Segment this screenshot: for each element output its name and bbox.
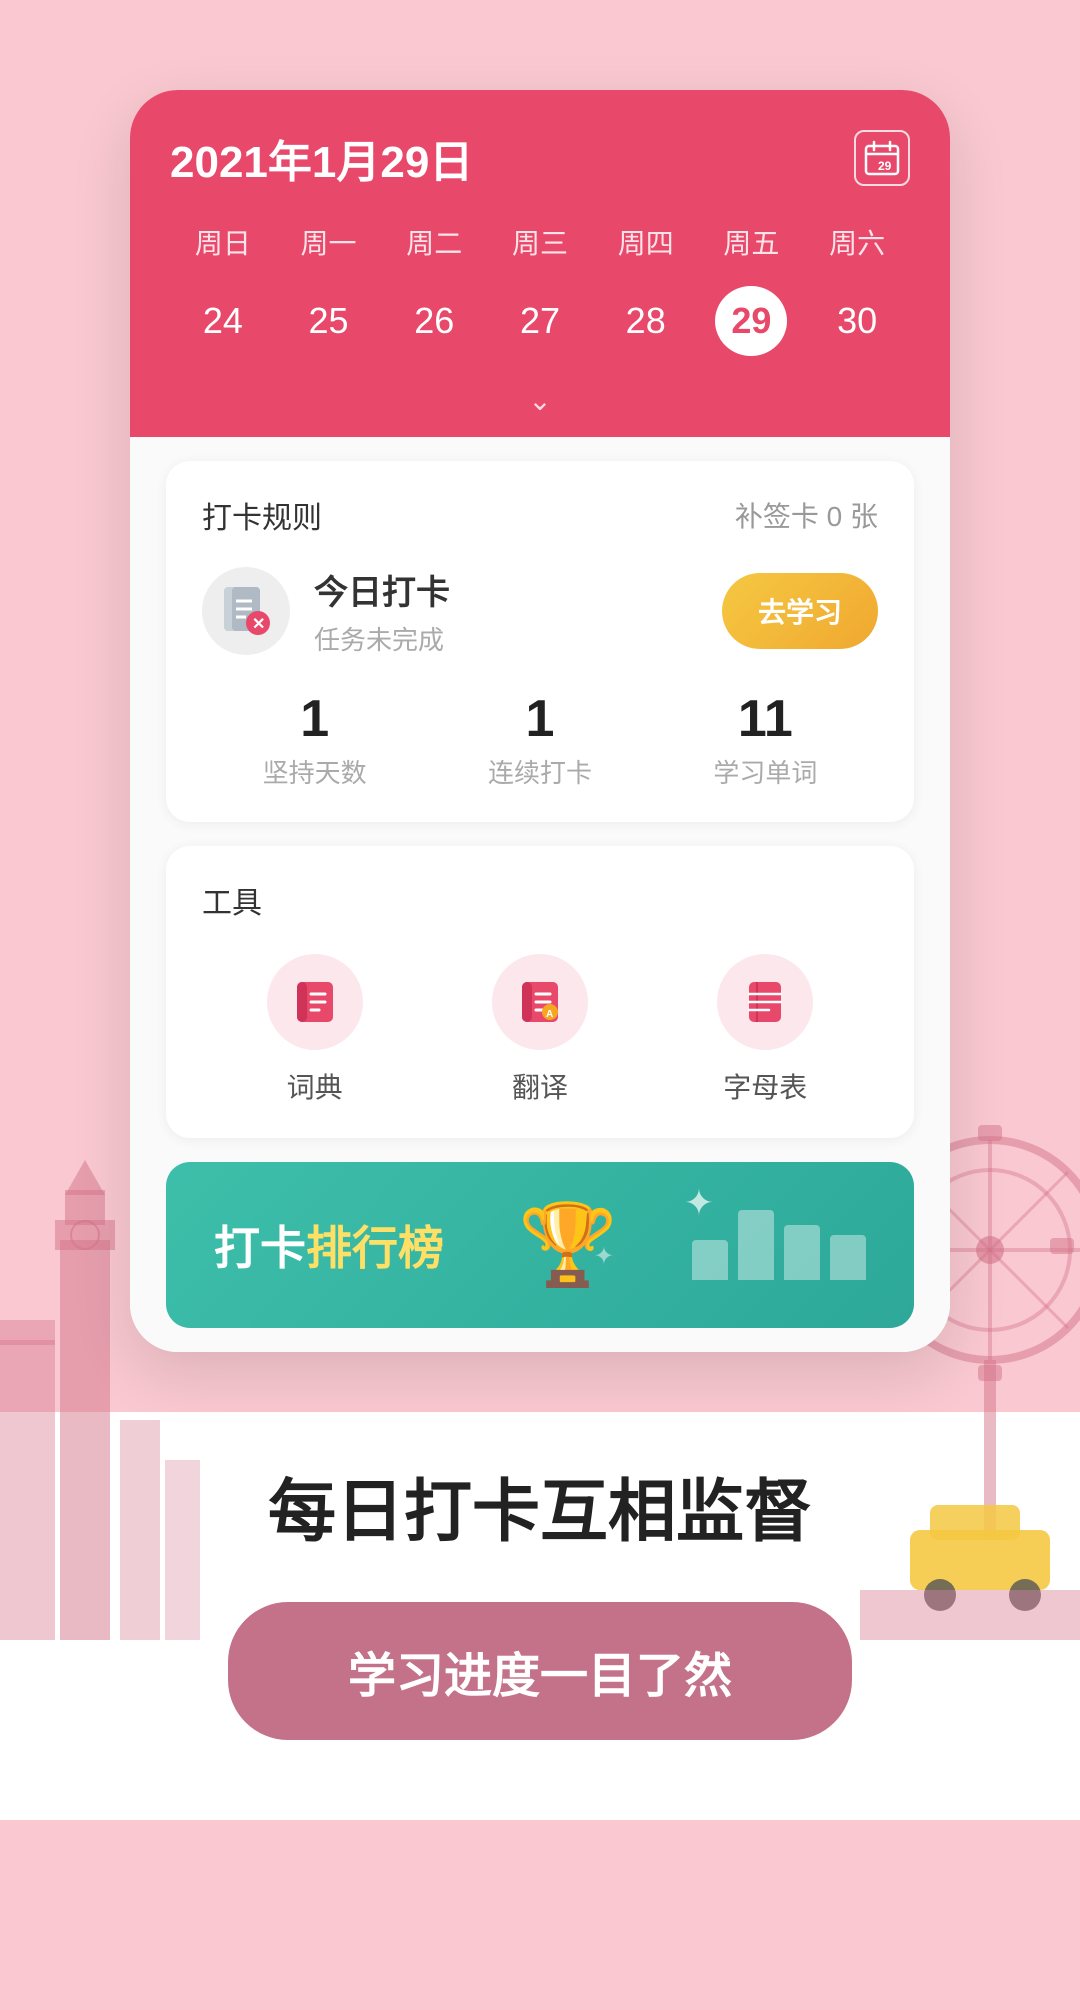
- date-27[interactable]: 27: [504, 286, 576, 356]
- stats-row: 1 坚持天数 1 连续打卡 11 学习单词: [202, 693, 878, 790]
- weekdays-row: 周日 周一 周二 周三 周四 周五 周六: [170, 214, 910, 270]
- date-29-active[interactable]: 29: [715, 286, 787, 356]
- weekday-sun: 周日: [170, 214, 276, 270]
- date-28[interactable]: 28: [610, 286, 682, 356]
- today-checkin-row: ✕ 今日打卡 任务未完成 去学习: [202, 565, 878, 657]
- date-30[interactable]: 30: [821, 286, 893, 356]
- weekday-thu: 周四: [593, 214, 699, 270]
- tool-name-dictionary: 词典: [287, 1066, 343, 1106]
- stat-value-3: 11: [713, 693, 817, 745]
- cta-button[interactable]: 学习进度一目了然: [228, 1602, 852, 1740]
- today-checkin-subtitle: 任务未完成: [314, 625, 444, 655]
- stat-label-3: 学习单词: [713, 758, 817, 788]
- tool-name-alphabet: 字母表: [723, 1066, 807, 1106]
- phone-card: 2021年1月29日 29 周日 周一 周二 周三 周四 周五 周六 24 25: [130, 90, 950, 1352]
- alphabet-icon: [739, 976, 791, 1028]
- checkin-card: 打卡规则 补签卡 0 张 ✕ 今日: [166, 461, 914, 822]
- weekday-fri: 周五: [699, 214, 805, 270]
- bar-1: [692, 1240, 728, 1280]
- svg-text:✕: ✕: [252, 616, 265, 633]
- tools-grid: 词典 A 翻译: [202, 954, 878, 1106]
- svg-text:29: 29: [878, 159, 892, 173]
- chevron-down-icon[interactable]: ⌄: [528, 385, 551, 416]
- dictionary-icon-wrapper: [267, 954, 363, 1050]
- weekday-wed: 周三: [487, 214, 593, 270]
- stat-label-2: 连续打卡: [488, 758, 592, 788]
- ranking-banner[interactable]: 打卡排行榜 🏆 ✦ ✦: [166, 1162, 914, 1328]
- svg-text:A: A: [546, 1009, 553, 1020]
- stat-consecutive-checkin: 1 连续打卡: [488, 693, 592, 790]
- ranking-text: 打卡排行榜: [214, 1212, 444, 1278]
- calendar-title: 2021年1月29日: [170, 126, 473, 190]
- bar-4: [830, 1235, 866, 1280]
- calendar-section: 2021年1月29日 29 周日 周一 周二 周三 周四 周五 周六 24 25: [130, 90, 950, 437]
- checkin-rules-label: 打卡规则: [202, 493, 322, 537]
- weekday-tue: 周二: [381, 214, 487, 270]
- stat-value-2: 1: [488, 693, 592, 745]
- checkin-text-group: 今日打卡 任务未完成: [314, 565, 722, 657]
- dates-row: 24 25 26 27 28 29 30: [170, 286, 910, 376]
- calendar-icon-button[interactable]: 29: [854, 130, 910, 186]
- translate-icon: A: [514, 976, 566, 1028]
- trophy-icon: 🏆: [518, 1198, 618, 1292]
- supplement-label: 补签卡 0 张: [735, 495, 878, 535]
- tools-card: 工具 词典: [166, 846, 914, 1138]
- checkin-icon-wrapper: ✕: [202, 567, 290, 655]
- weekday-sat: 周六: [804, 214, 910, 270]
- bar-3: [784, 1225, 820, 1280]
- stat-label-1: 坚持天数: [263, 758, 367, 788]
- alphabet-icon-wrapper: [717, 954, 813, 1050]
- stat-value-1: 1: [263, 693, 367, 745]
- tools-title: 工具: [202, 878, 878, 922]
- cards-section: 打卡规则 补签卡 0 张 ✕ 今日: [130, 437, 950, 1352]
- date-24[interactable]: 24: [187, 286, 259, 356]
- dictionary-icon: [289, 976, 341, 1028]
- checkin-document-icon: ✕: [214, 579, 278, 643]
- stat-persist-days: 1 坚持天数: [263, 693, 367, 790]
- tool-name-translate: 翻译: [512, 1066, 568, 1106]
- today-checkin-title: 今日打卡: [314, 565, 722, 614]
- date-25[interactable]: 25: [293, 286, 365, 356]
- tool-translate[interactable]: A 翻译: [492, 954, 588, 1106]
- weekday-mon: 周一: [276, 214, 382, 270]
- tool-dictionary[interactable]: 词典: [267, 954, 363, 1106]
- date-26[interactable]: 26: [398, 286, 470, 356]
- tool-alphabet[interactable]: 字母表: [717, 954, 813, 1106]
- go-study-button[interactable]: 去学习: [722, 573, 878, 649]
- ranking-bars: [692, 1210, 866, 1280]
- translate-icon-wrapper: A: [492, 954, 588, 1050]
- stat-words-learned: 11 学习单词: [713, 693, 817, 790]
- bar-2: [738, 1210, 774, 1280]
